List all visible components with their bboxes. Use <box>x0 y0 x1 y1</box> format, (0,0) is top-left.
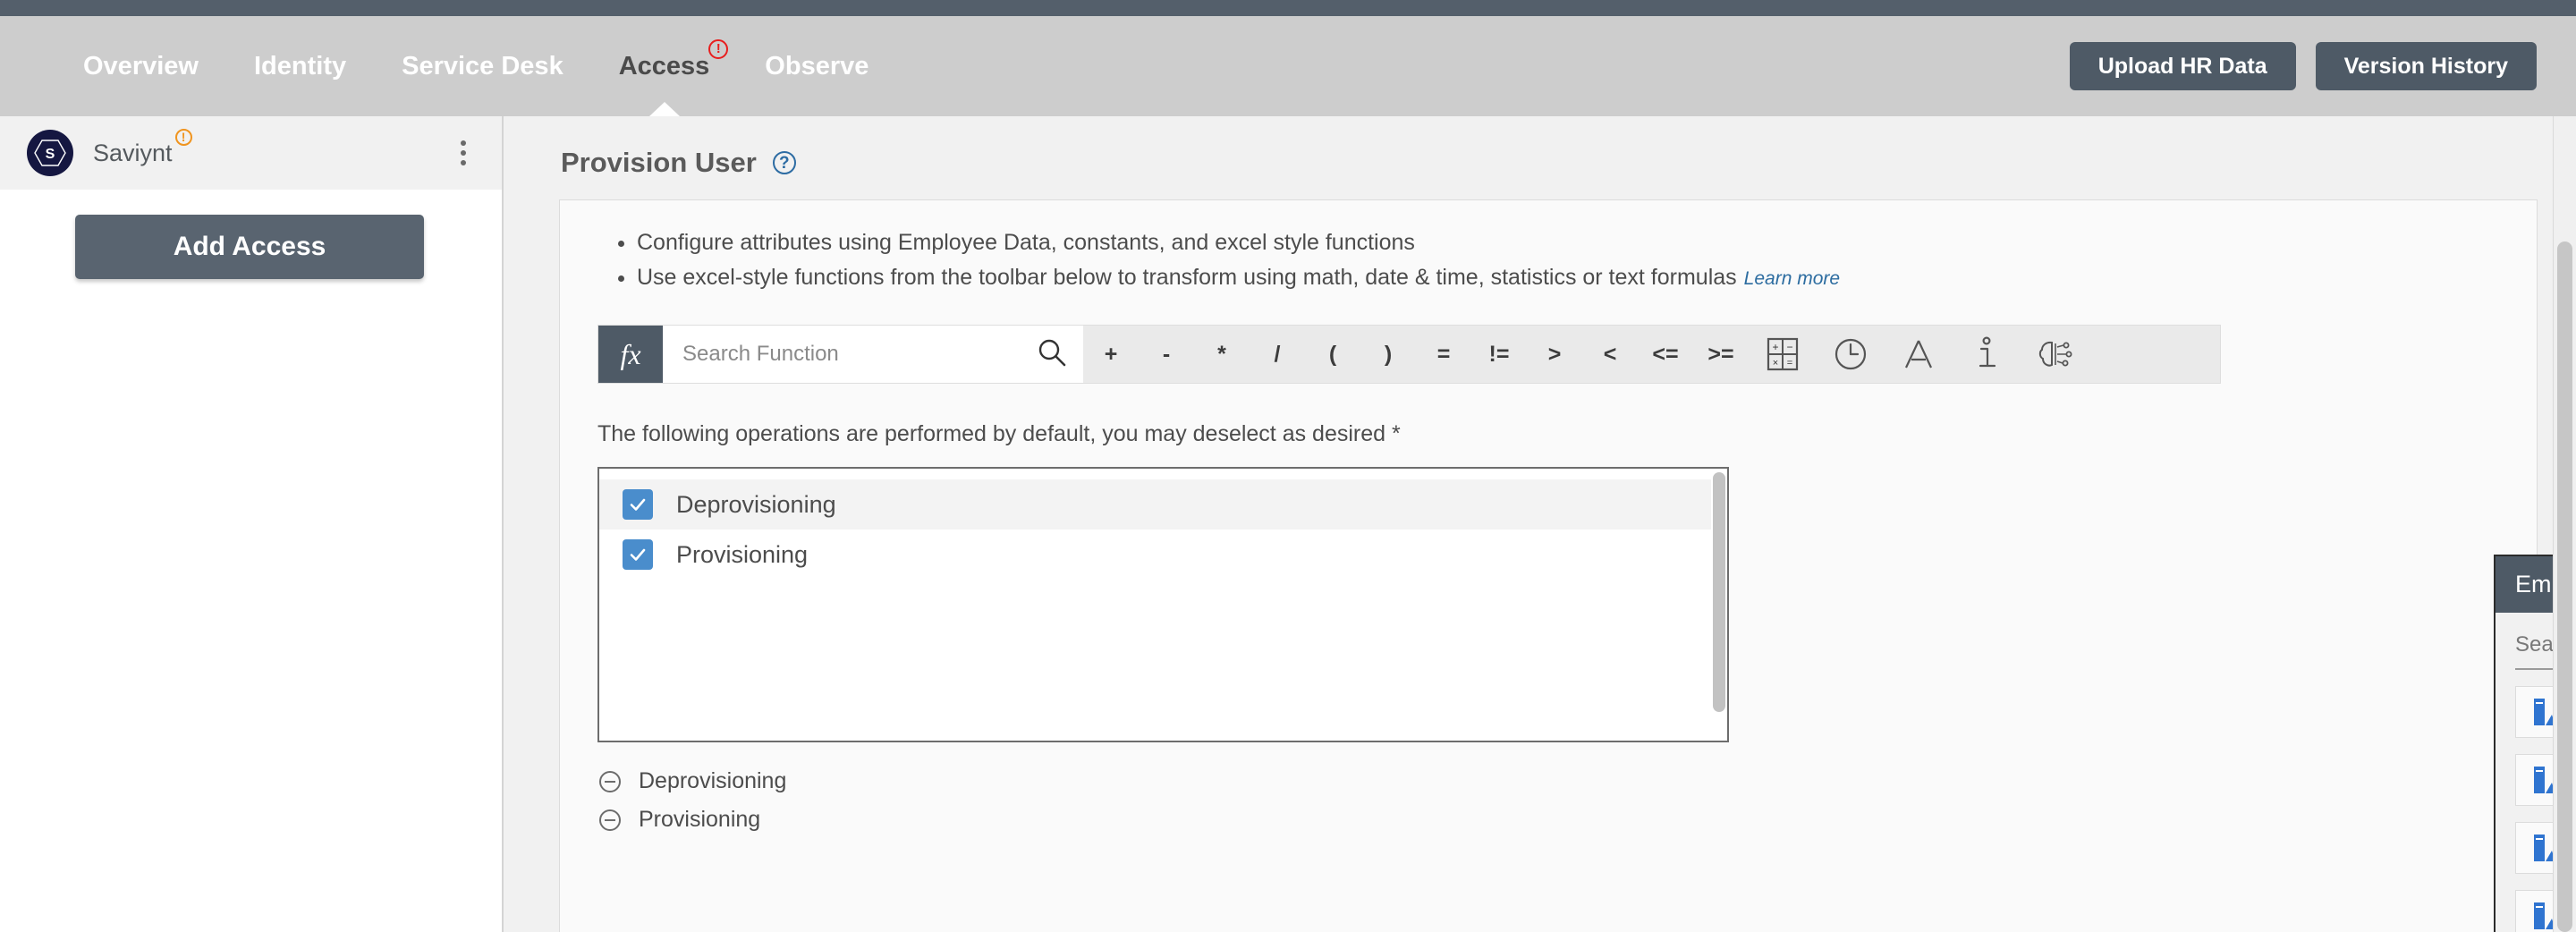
minus-circle-icon[interactable] <box>599 770 621 792</box>
add-access-button[interactable]: Add Access <box>75 215 424 279</box>
left-sidebar: S Saviynt ! Add Access <box>0 116 504 932</box>
operations-list-box: Deprovisioning Provisioning <box>597 467 1729 742</box>
nav-tab-service-desk[interactable]: Service Desk <box>374 16 591 116</box>
instructions-list: Configure attributes using Employee Data… <box>560 225 2537 296</box>
main-content: Provision User ? Configure attributes us… <box>504 116 2576 932</box>
nav-tab-observe-label: Observe <box>765 52 869 80</box>
page-title: Provision User <box>561 147 757 178</box>
sidebar-org-header: S Saviynt ! <box>0 116 502 190</box>
function-search-container <box>663 326 1083 383</box>
operator-not-equals-button[interactable]: != <box>1471 342 1527 368</box>
nav-tab-observe[interactable]: Observe <box>737 16 896 116</box>
nav-tab-overview[interactable]: Overview <box>55 16 226 116</box>
calculator-icon[interactable]: + − × = <box>1749 326 1817 383</box>
operator-button-group: + - * / ( ) = != > < <= >= <box>1083 326 1749 383</box>
fx-badge-icon: fx <box>598 326 663 383</box>
svg-text:−: − <box>1786 341 1792 353</box>
saviynt-logo-icon: S <box>27 130 73 176</box>
deselect-note: The following operations are performed b… <box>597 421 1401 446</box>
kebab-dot <box>461 160 466 165</box>
text-letter-a-icon[interactable] <box>1885 326 1953 383</box>
operator-greater-button[interactable]: > <box>1527 342 1582 368</box>
kebab-dot <box>461 150 466 156</box>
page-scrollbar[interactable] <box>2553 116 2576 932</box>
nav-tab-identity-label: Identity <box>253 52 347 80</box>
active-tab-pointer-icon <box>648 102 680 116</box>
operations-list-scrollbar[interactable] <box>1711 469 1727 741</box>
body-wrapper: S Saviynt ! Add Access Provision User ? <box>0 116 2576 932</box>
search-icon[interactable] <box>1037 337 1067 372</box>
svg-text:S: S <box>46 147 55 162</box>
navbar-actions: Upload HR Data Version History <box>2069 42 2537 90</box>
operator-less-equal-button[interactable]: <= <box>1638 342 1693 368</box>
instruction-text: Use excel-style functions from the toolb… <box>637 265 1737 290</box>
nav-tab-access[interactable]: Access ! <box>591 16 738 116</box>
help-question-icon[interactable]: ? <box>772 151 796 174</box>
nav-tab-access-label: Access <box>618 52 710 80</box>
operator-minus-button[interactable]: - <box>1139 342 1194 368</box>
page-title-row: Provision User ? <box>504 116 2576 179</box>
operator-open-paren-button[interactable]: ( <box>1305 342 1360 368</box>
warning-exclamation-icon: ! <box>708 39 729 59</box>
nav-tab-overview-label: Overview <box>83 52 199 80</box>
sidebar-org-name-label: Saviynt <box>93 139 173 166</box>
operator-multiply-button[interactable]: * <box>1194 342 1250 368</box>
svg-text:+: + <box>1772 341 1778 353</box>
formula-toolbar: fx + - * / ( ) <box>597 325 2221 384</box>
provision-user-card: Configure attributes using Employee Data… <box>559 199 2538 932</box>
operator-equals-button[interactable]: = <box>1416 342 1471 368</box>
operation-label: Deprovisioning <box>676 490 836 518</box>
add-access-container: Add Access <box>0 190 502 279</box>
clock-icon[interactable] <box>1817 326 1885 383</box>
page-scroll-thumb[interactable] <box>2557 241 2572 932</box>
sidebar-org-name: Saviynt ! <box>93 128 192 167</box>
operations-list-scroll-thumb[interactable] <box>1713 472 1725 712</box>
kebab-dot <box>461 140 466 146</box>
search-function-input[interactable] <box>682 342 1037 367</box>
minus-circle-icon[interactable] <box>599 809 621 831</box>
selected-operation-label: Deprovisioning <box>639 768 787 793</box>
operator-greater-equal-button[interactable]: >= <box>1693 342 1749 368</box>
instruction-item: Use excel-style functions from the toolb… <box>637 260 2537 296</box>
instruction-item: Configure attributes using Employee Data… <box>637 225 2537 260</box>
operation-row-deprovisioning[interactable]: Deprovisioning <box>599 479 1727 530</box>
nav-tab-identity[interactable]: Identity <box>226 16 374 116</box>
checkbox-checked-icon[interactable] <box>623 539 653 570</box>
operator-plus-button[interactable]: + <box>1083 342 1139 368</box>
operation-row-provisioning[interactable]: Provisioning <box>599 530 1727 580</box>
checkbox-checked-icon[interactable] <box>623 489 653 520</box>
nav-tab-service-desk-label: Service Desk <box>402 52 564 80</box>
selected-operation-row-provisioning[interactable]: Provisioning <box>599 801 2537 839</box>
instruction-text: Configure attributes using Employee Data… <box>637 230 1415 255</box>
selected-operations-list: Deprovisioning Provisioning <box>599 762 2537 839</box>
learn-more-link[interactable]: Learn more <box>1744 268 1840 289</box>
operator-divide-button[interactable]: / <box>1250 342 1305 368</box>
operator-close-paren-button[interactable]: ) <box>1360 342 1416 368</box>
top-dark-strip <box>0 0 2576 16</box>
nav-tab-list: Overview Identity Service Desk Access ! … <box>55 16 896 116</box>
version-history-button[interactable]: Version History <box>2315 42 2537 90</box>
org-warning-icon: ! <box>174 128 192 146</box>
svg-text:=: = <box>1787 358 1792 369</box>
operation-label: Provisioning <box>676 540 809 568</box>
kebab-menu-icon[interactable] <box>452 140 475 165</box>
operator-less-button[interactable]: < <box>1582 342 1638 368</box>
operations-list: Deprovisioning Provisioning <box>599 469 1727 580</box>
svg-text:×: × <box>1773 358 1778 369</box>
selected-operation-row-deprovisioning[interactable]: Deprovisioning <box>599 762 2537 801</box>
info-statistics-icon[interactable] <box>1953 326 2021 383</box>
selected-operation-label: Provisioning <box>639 807 761 832</box>
ai-brain-icon[interactable] <box>2021 326 2089 383</box>
main-navbar: Overview Identity Service Desk Access ! … <box>0 16 2576 116</box>
upload-hr-data-button[interactable]: Upload HR Data <box>2069 42 2296 90</box>
